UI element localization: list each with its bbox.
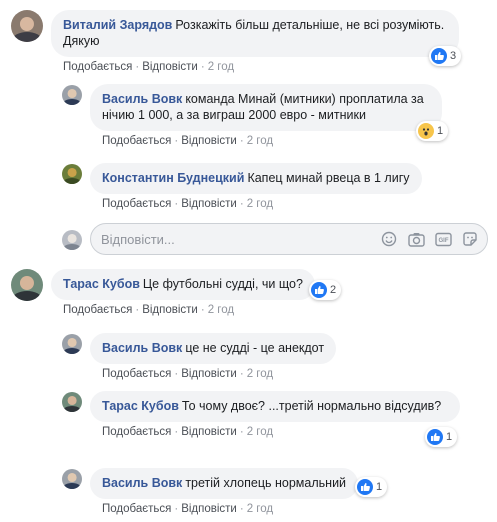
avatar[interactable] [11, 269, 43, 301]
avatar[interactable] [62, 469, 82, 489]
comment-actions: Подобається · Відповісти · 2 год [63, 304, 235, 316]
comment-reply: Василь Вовк команда Минай (митники) пропл… [62, 84, 442, 148]
reply-link[interactable]: Відповісти [181, 503, 237, 515]
comment-time[interactable]: 2 год [208, 61, 234, 73]
camera-icon[interactable] [407, 230, 425, 248]
like-link[interactable]: Подобається [102, 198, 171, 210]
comment-author[interactable]: Тарас Кубов [63, 277, 140, 291]
comment-bubble: Василь Вовк команда Минай (митники) пропл… [90, 84, 442, 131]
like-icon [431, 48, 447, 64]
comment-time[interactable]: 2 год [247, 426, 273, 438]
comment-reply: Тарас Кубов То чому двоє? ...третій норма… [62, 391, 460, 439]
comment-reply: Василь Вовк третій хлопець нормальний Под… [62, 468, 359, 516]
comment-text: це не судді - це анекдот [185, 341, 325, 355]
avatar[interactable] [62, 85, 82, 105]
reaction-badge[interactable]: 1 [425, 427, 458, 447]
like-link[interactable]: Подобається [63, 304, 132, 316]
like-icon [357, 479, 373, 495]
comment-actions: Подобається · Відповісти · 2 год [102, 198, 274, 210]
comment-bubble: Константин Буднецкий Капец минай рвеца в … [90, 163, 422, 194]
reaction-badge[interactable]: 2 [309, 280, 342, 300]
emoji-icon[interactable] [380, 230, 398, 248]
sticker-icon[interactable] [461, 230, 479, 248]
wow-icon [418, 123, 434, 139]
comment: Тарас Кубов Це футбольні судді, чи що? По… [11, 269, 315, 317]
comment-time[interactable]: 2 год [247, 368, 273, 380]
comment-author[interactable]: Константин Буднецкий [102, 171, 244, 185]
avatar[interactable] [62, 334, 82, 354]
comment-actions: Подобається · Відповісти · 2 год [102, 135, 274, 147]
comment-reply: Василь Вовк це не судді - це анекдот Подо… [62, 333, 337, 381]
reaction-count: 2 [330, 284, 337, 296]
reply-link[interactable]: Відповісти [142, 61, 198, 73]
comment-actions: Подобається · Відповісти · 2 год [102, 426, 274, 438]
comment-author[interactable]: Василь Вовк [102, 341, 182, 355]
comment-text: Це футбольні судді, чи що? [142, 277, 303, 291]
reaction-badge[interactable]: 1 [416, 121, 449, 141]
comment-text: То чому двоє? ...третій нормально відсуд… [181, 399, 442, 413]
like-link[interactable]: Подобається [63, 61, 132, 73]
avatar[interactable] [11, 10, 43, 42]
comment-author[interactable]: Василь Вовк [102, 92, 182, 106]
comment-bubble: Василь Вовк це не судді - це анекдот [90, 333, 337, 364]
like-icon [311, 282, 327, 298]
reply-link[interactable]: Відповісти [181, 368, 237, 380]
reply-link[interactable]: Відповісти [181, 198, 237, 210]
reaction-count: 3 [450, 50, 457, 62]
comment-time[interactable]: 2 год [247, 135, 273, 147]
comment-author[interactable]: Василь Вовк [102, 476, 182, 490]
like-link[interactable]: Подобається [102, 503, 171, 515]
comment-author[interactable]: Виталий Зарядов [63, 18, 172, 32]
reaction-count: 1 [437, 125, 444, 137]
comment-reply: Константин Буднецкий Капец минай рвеца в … [62, 163, 422, 211]
comment-bubble: Тарас Кубов Це футбольні судді, чи що? [51, 269, 315, 300]
comment-bubble: Василь Вовк третій хлопець нормальний [90, 468, 359, 499]
reaction-badge[interactable]: 1 [355, 477, 388, 497]
comment-author[interactable]: Тарас Кубов [102, 399, 179, 413]
like-link[interactable]: Подобається [102, 368, 171, 380]
reply-composer: Відповісти... GIF [62, 223, 488, 255]
like-icon [427, 429, 443, 445]
comment-bubble: Тарас Кубов То чому двоє? ...третій норма… [90, 391, 460, 422]
comment-actions: Подобається · Відповісти · 2 год [102, 368, 274, 380]
like-link[interactable]: Подобається [102, 426, 171, 438]
like-link[interactable]: Подобається [102, 135, 171, 147]
comment-text: Капец минай рвеца в 1 лигу [247, 171, 410, 185]
svg-text:GIF: GIF [438, 238, 448, 244]
comment-actions: Подобається · Відповісти · 2 год [63, 61, 235, 73]
comment-text: третій хлопець нормальний [185, 476, 347, 490]
comment-actions: Подобається · Відповісти · 2 год [102, 503, 274, 515]
reaction-count: 1 [376, 481, 383, 493]
reply-link[interactable]: Відповісти [181, 426, 237, 438]
avatar [62, 229, 82, 250]
gif-icon[interactable]: GIF [434, 230, 452, 248]
reaction-badge[interactable]: 3 [429, 46, 462, 66]
comment-time[interactable]: 2 год [208, 304, 234, 316]
reaction-count: 1 [446, 431, 453, 443]
reply-input[interactable]: Відповісти... GIF [90, 223, 488, 255]
comment-bubble: Виталий Зарядов Розкажіть більш детальніш… [51, 10, 459, 57]
reply-link[interactable]: Відповісти [142, 304, 198, 316]
comment-time[interactable]: 2 год [247, 503, 273, 515]
avatar[interactable] [62, 392, 82, 412]
comment-time[interactable]: 2 год [247, 198, 273, 210]
avatar[interactable] [62, 164, 82, 184]
comment: Виталий Зарядов Розкажіть більш детальніш… [11, 10, 459, 74]
reply-link[interactable]: Відповісти [181, 135, 237, 147]
reply-placeholder: Відповісти... [101, 231, 175, 247]
